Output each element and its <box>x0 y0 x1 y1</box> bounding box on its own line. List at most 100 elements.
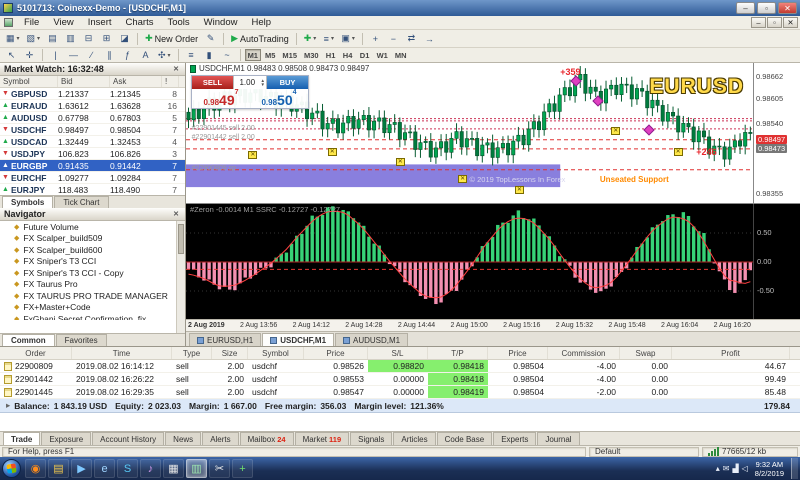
terminal-tab-alerts[interactable]: Alerts <box>202 432 238 445</box>
order-row[interactable]: 229014452019.08.02 16:29:35sell2.00usdch… <box>0 386 800 399</box>
menu-insert[interactable]: Insert <box>81 16 119 29</box>
market-watch-row[interactable]: ▼USDCHF0.984970.985047 <box>0 124 185 136</box>
channel-tool-button[interactable]: ∥ <box>101 48 118 63</box>
internet-explorer-taskbar-button[interactable]: e <box>94 459 115 478</box>
chart-tab-usdchf-m1[interactable]: USDCHF,M1 <box>262 333 334 346</box>
market-watch-toggle-button[interactable]: ▤ <box>44 31 61 46</box>
terminal-tab-articles[interactable]: Articles <box>393 432 435 445</box>
tab-symbols[interactable]: Symbols <box>2 196 53 208</box>
timeframe-h4-button[interactable]: H4 <box>340 49 356 61</box>
arrows-tool-button[interactable]: ✣▾ <box>155 48 174 63</box>
navigator-item[interactable]: ◆FxGhani Secret Confirmation_fix <box>0 313 185 320</box>
price-chart[interactable]: USDCHF,M1 0.98483 0.98508 0.98473 0.9849… <box>186 63 800 203</box>
chart-tab-eurusd-h1[interactable]: EURUSD,H1 <box>189 333 261 346</box>
menu-charts[interactable]: Charts <box>119 16 161 29</box>
terminal-tab-journal[interactable]: Journal <box>537 432 579 445</box>
volume-arrows-icon[interactable]: ▲▼ <box>261 79 266 87</box>
itunes-taskbar-button[interactable]: ♪ <box>140 459 161 478</box>
timeframe-mn-button[interactable]: MN <box>392 49 410 61</box>
child-restore-button[interactable]: ▫ <box>767 17 782 28</box>
metatrader-taskbar-button[interactable]: ▥ <box>186 459 207 478</box>
navigator-item[interactable]: ◆FX Taurus Pro <box>0 279 185 291</box>
line-chart-type-button[interactable]: ~ <box>219 48 236 63</box>
action-center-icon[interactable]: ✉ <box>723 464 730 473</box>
horizontal-line-tool-button[interactable]: ― <box>65 48 82 63</box>
autotrading-button[interactable]: ▶AutoTrading <box>228 31 292 46</box>
terminal-tab-market[interactable]: Market119 <box>295 432 350 445</box>
terminal-tab-exposure[interactable]: Exposure <box>41 432 91 445</box>
new-chart-button[interactable]: ▦▾ <box>3 31 23 46</box>
navigator-item[interactable]: ◆FX TAURUS PRO TRADE MANAGER <box>0 290 185 302</box>
indicator-list-button[interactable]: ≡▾ <box>320 31 337 46</box>
volume-icon[interactable]: ◁ <box>742 464 748 473</box>
trendline-tool-button[interactable]: ∕ <box>83 48 100 63</box>
menu-file[interactable]: File <box>17 16 46 29</box>
order-row[interactable]: 229008092019.08.02 16:14:12sell2.00usdch… <box>0 360 800 373</box>
taskbar-clock[interactable]: 9:32 AM 8/2/2019 <box>751 460 788 478</box>
market-watch-row[interactable]: ▼USDJPY106.823106.8263 <box>0 148 185 160</box>
zoom-out-button[interactable]: − <box>385 31 402 46</box>
profiles-button[interactable]: ▧▾ <box>24 31 44 46</box>
terminal-tab-code-base[interactable]: Code Base <box>437 432 493 445</box>
chart-shift-button[interactable]: → <box>421 31 438 46</box>
crosshair-tool-button[interactable]: ✛ <box>21 48 38 63</box>
hidden-icons-icon[interactable]: ▴ <box>716 464 720 473</box>
navigator-item[interactable]: ◆Future Volume <box>0 221 185 233</box>
snipping-tool-taskbar-button[interactable]: ✂ <box>209 459 230 478</box>
timeframe-m15-button[interactable]: M15 <box>279 49 300 61</box>
candle-chart-type-button[interactable]: ▮ <box>201 48 218 63</box>
navigator-item[interactable]: ◆FX+Master+Code <box>0 302 185 314</box>
add-app-taskbar-button[interactable]: + <box>232 459 253 478</box>
show-desktop-button[interactable] <box>791 458 798 479</box>
start-button[interactable] <box>2 459 21 478</box>
market-watch-row[interactable]: ▼EURCHF1.092771.092847 <box>0 172 185 184</box>
text-tool-button[interactable]: A <box>137 48 154 63</box>
order-row[interactable]: 229014422019.08.02 16:26:22sell2.00usdch… <box>0 373 800 386</box>
indicator-subwindow[interactable]: #Zeron -0.0014 M1 SSRC -0.12727 -0.12727… <box>186 203 800 319</box>
terminal-toggle-button[interactable]: ⊞ <box>98 31 115 46</box>
zoom-in-button[interactable]: + <box>367 31 384 46</box>
menu-window[interactable]: Window <box>197 16 245 29</box>
terminal-tab-experts[interactable]: Experts <box>493 432 536 445</box>
terminal-tab-account-history[interactable]: Account History <box>92 432 164 445</box>
buy-button[interactable]: BUY <box>267 76 308 89</box>
sell-button[interactable]: SELL <box>192 76 233 89</box>
terminal-tab-trade[interactable]: Trade <box>3 432 40 445</box>
market-watch-row[interactable]: ▲USDCAD1.324491.324534 <box>0 136 185 148</box>
tab-favorites[interactable]: Favorites <box>56 334 107 346</box>
timeframe-m5-button[interactable]: M5 <box>262 49 278 61</box>
market-watch-row[interactable]: ▲AUDUSD0.677980.678035 <box>0 112 185 124</box>
menu-help[interactable]: Help <box>244 16 278 29</box>
data-window-button[interactable]: ▥ <box>62 31 79 46</box>
navigator-item[interactable]: ◆FX Scalper_build509 <box>0 233 185 245</box>
tab-tick-chart[interactable]: Tick Chart <box>54 196 108 208</box>
close-icon[interactable]: ✕ <box>171 65 181 73</box>
timeframe-d1-button[interactable]: D1 <box>357 49 373 61</box>
timeframe-m30-button[interactable]: M30 <box>301 49 322 61</box>
media-player-taskbar-button[interactable]: ▶ <box>71 459 92 478</box>
minimize-button[interactable]: – <box>736 2 755 14</box>
terminal-tab-mailbox[interactable]: Mailbox24 <box>240 432 294 445</box>
navigator-scrollbar[interactable] <box>176 221 185 333</box>
vertical-line-tool-button[interactable]: | <box>47 48 64 63</box>
auto-scroll-button[interactable]: ⇄ <box>403 31 420 46</box>
chart-tab-audusd-m1[interactable]: AUDUSD,M1 <box>335 333 408 346</box>
terminal-tab-news[interactable]: News <box>165 432 201 445</box>
strategy-tester-button[interactable]: ◪ <box>116 31 133 46</box>
navigator-toggle-button[interactable]: ⊟ <box>80 31 97 46</box>
tab-common[interactable]: Common <box>2 334 55 346</box>
templates-button[interactable]: ▣▾ <box>338 31 358 46</box>
time-axis[interactable]: 2 Aug 20192 Aug 13:562 Aug 14:122 Aug 14… <box>186 319 753 331</box>
add-indicator-button[interactable]: ✚▾ <box>301 31 320 46</box>
timeframe-w1-button[interactable]: W1 <box>374 49 391 61</box>
terminal-tab-signals[interactable]: Signals <box>350 432 392 445</box>
navigator-item[interactable]: ◆FX Sniper's T3 CCI - Copy <box>0 267 185 279</box>
market-watch-row[interactable]: ▼GBPUSD1.213371.213458 <box>0 88 185 100</box>
skype-taskbar-button[interactable]: S <box>117 459 138 478</box>
timeframe-h1-button[interactable]: H1 <box>323 49 339 61</box>
navigator-item[interactable]: ◆FX Scalper_build600 <box>0 244 185 256</box>
calculator-taskbar-button[interactable]: ▦ <box>163 459 184 478</box>
price-axis[interactable]: 0.986620.986050.985400.984970.984730.983… <box>753 63 800 203</box>
network-icon[interactable]: ▟ <box>732 464 738 473</box>
volume-stepper[interactable]: 1.00 ▲▼ <box>233 76 267 89</box>
